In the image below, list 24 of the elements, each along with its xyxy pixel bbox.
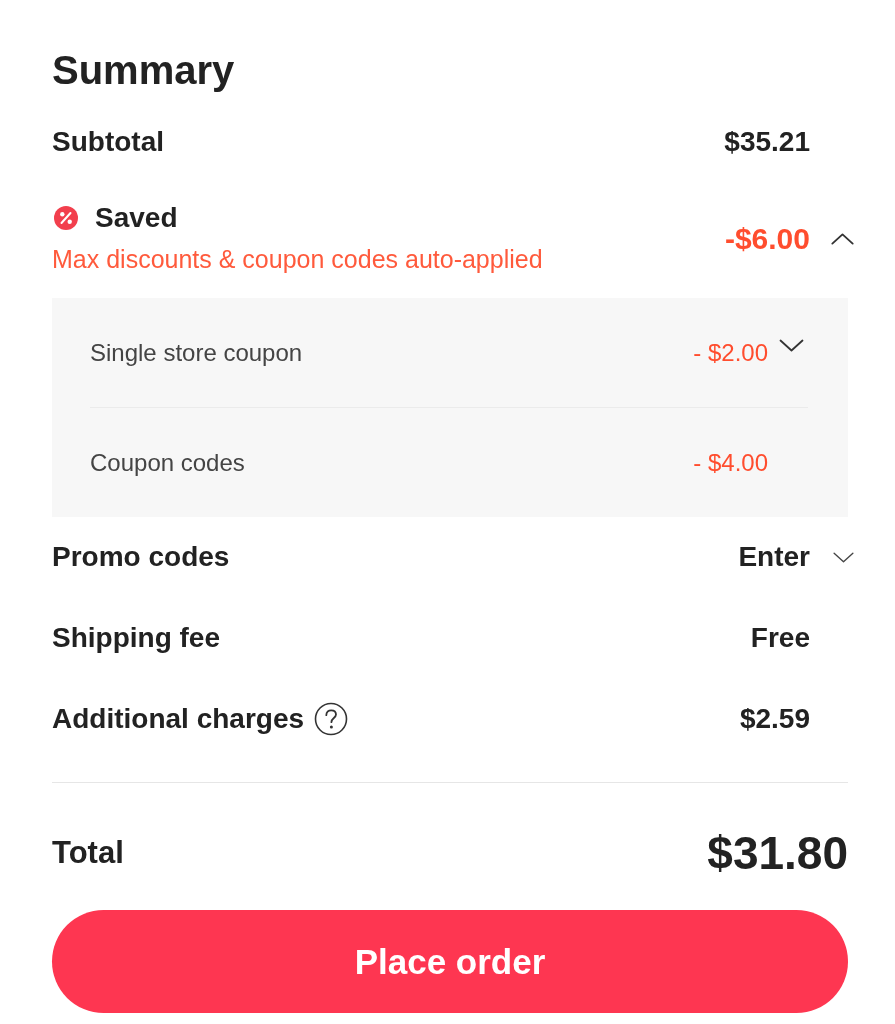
additional-charges-label: Additional charges <box>52 703 305 735</box>
discount-amount: - $4.00 <box>693 448 768 477</box>
chevron-up-icon[interactable] <box>830 231 855 246</box>
promo-codes-label: Promo codes <box>52 541 231 573</box>
discount-amount: - $2.00 <box>693 338 768 367</box>
savings-note: Max discounts & coupon codes auto-applied <box>52 244 544 274</box>
total-label: Total <box>52 835 125 871</box>
subtotal-value: $35.21 <box>724 126 810 158</box>
summary-title: Summary <box>52 50 236 90</box>
percent-badge-icon <box>54 206 78 230</box>
shipping-fee-value: Free <box>750 622 810 654</box>
discount-label: Coupon codes <box>90 448 246 477</box>
saved-label: Saved <box>95 202 178 234</box>
shipping-fee-label: Shipping fee <box>52 622 221 654</box>
chevron-down-icon[interactable] <box>832 550 855 564</box>
chevron-down-icon[interactable] <box>778 338 805 353</box>
additional-charges-value: $2.59 <box>739 703 810 735</box>
promo-enter-link[interactable]: Enter <box>738 541 810 573</box>
discount-label: Single store coupon <box>90 338 304 367</box>
saved-amount: -$6.00 <box>724 221 810 256</box>
total-amount: $31.80 <box>707 826 848 880</box>
subtotal-label: Subtotal <box>52 126 165 158</box>
help-icon[interactable] <box>314 702 349 736</box>
place-order-button[interactable]: Place order <box>52 910 848 1013</box>
